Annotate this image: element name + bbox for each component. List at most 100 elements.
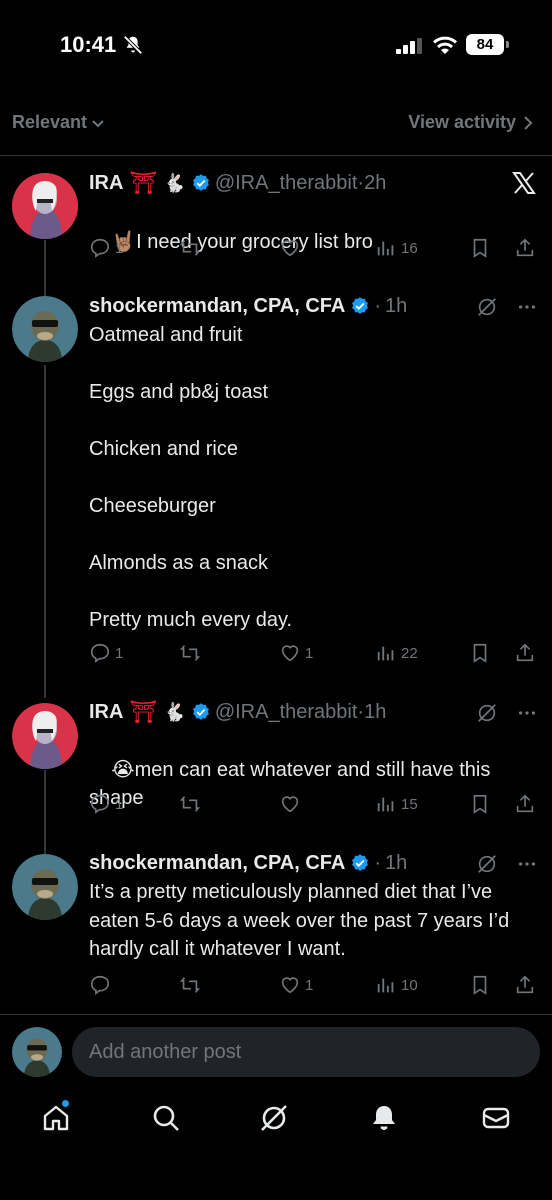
post-time[interactable]: 2h [364,172,386,195]
post-corner-actions [476,853,538,875]
bookmark-icon [473,643,487,663]
bookmark-icon [473,794,487,814]
sort-dropdown[interactable]: Relevant [12,112,105,133]
battery-indicator: 84 [466,34,509,55]
verified-badge-icon [192,174,209,191]
post-time[interactable]: 1h [385,295,407,318]
bookmark-icon [473,975,487,995]
post[interactable]: IRA ⛩ 🐇 @IRA_therabbit · 2h 🤘🏽I need you… [0,165,552,275]
grok-icon[interactable] [476,853,498,875]
repost-button[interactable] [179,974,201,996]
separator-dot: · [374,294,382,317]
like-button[interactable] [279,237,301,259]
bell-muted-icon [123,35,143,55]
notifications-bell-icon[interactable] [368,1102,400,1134]
avatar-ira[interactable] [12,703,78,769]
ira-avatar-image [12,173,78,239]
rabbit-emoji: 🐇 [163,172,186,193]
views-button[interactable]: 10 [375,974,418,996]
views-chart-icon [377,978,394,993]
avatar-shockermandan[interactable] [12,296,78,362]
avatar-shockermandan[interactable] [12,854,78,920]
share-button[interactable] [514,642,536,664]
status-bar: 10:41 84 [0,0,552,90]
author-handle[interactable]: @IRA_therabbit [215,701,358,724]
reply-button[interactable] [89,974,111,996]
heart-icon [281,240,299,257]
share-button[interactable] [514,793,536,815]
like-count: 1 [305,976,314,994]
reply-button[interactable]: 1 [89,642,123,664]
views-chart-icon [377,797,394,812]
more-options-icon[interactable] [516,853,538,875]
more-options-icon[interactable] [516,296,538,318]
views-count: 10 [401,976,418,994]
post-actions: 1 1 22 [89,642,539,668]
more-options-icon[interactable] [516,702,538,724]
repost-icon [179,645,201,661]
bottom-navigation [0,1090,552,1150]
repost-button[interactable] [179,642,201,664]
author-name[interactable]: IRA [89,701,123,724]
bookmark-button[interactable] [469,793,491,815]
post[interactable]: shockermandan, CPA, CFA · 1h It’s a pret… [0,848,552,1008]
share-icon [516,975,534,994]
torii-gate-emoji: ⛩ [129,170,158,195]
views-button[interactable]: 15 [375,793,418,815]
views-button[interactable]: 22 [375,642,418,664]
author-name[interactable]: shockermandan, CPA, CFA [89,852,345,875]
view-activity-link[interactable]: View activity [408,112,534,133]
heart-icon [281,796,299,813]
composer-avatar[interactable] [12,1027,62,1077]
post-corner-actions [476,296,538,318]
bookmark-button[interactable] [469,974,491,996]
search-icon[interactable] [150,1102,182,1134]
grok-icon[interactable] [476,296,498,318]
grok-icon[interactable] [258,1102,290,1134]
share-icon [516,643,534,662]
post[interactable]: IRA ⛩ 🐇 @IRA_therabbit · 1h 😭men can eat… [0,695,552,825]
post-time[interactable]: 1h [385,852,407,875]
reply-button[interactable]: 1 [89,237,123,259]
repost-button[interactable] [179,793,201,815]
avatar-ira[interactable] [12,173,78,239]
bookmark-button[interactable] [469,642,491,664]
post-corner-actions [476,702,538,724]
post-header: IRA ⛩ 🐇 @IRA_therabbit · 1h [89,698,386,726]
messages-icon[interactable] [480,1102,512,1134]
sort-label: Relevant [12,112,88,132]
like-button[interactable]: 1 [279,642,313,664]
views-chart-icon [377,646,394,661]
post[interactable]: shockermandan, CPA, CFA · 1h Oatmeal and… [0,290,552,680]
like-button[interactable]: 1 [279,974,313,996]
reply-icon [90,975,110,995]
separator-dot: · [357,171,365,194]
home-icon[interactable] [40,1102,72,1134]
author-name[interactable]: IRA [89,172,123,195]
share-button[interactable] [514,237,536,259]
repost-icon [179,977,201,993]
author-handle[interactable]: @IRA_therabbit [215,172,358,195]
add-post-input[interactable]: Add another post [72,1027,540,1077]
shockermandan-avatar-image [12,854,78,920]
views-button[interactable]: 16 [375,237,418,259]
share-button[interactable] [514,974,536,996]
post-header: shockermandan, CPA, CFA · 1h [89,849,407,877]
repost-button[interactable] [179,237,201,259]
bookmark-button[interactable] [469,237,491,259]
like-button[interactable] [279,793,301,815]
reply-button[interactable]: 1 [89,793,123,815]
reply-icon [90,794,110,814]
verified-badge-icon [192,703,209,720]
post-time[interactable]: 1h [364,701,386,724]
post-text: 😭men can eat whatever and still have thi… [89,727,529,841]
author-name[interactable]: shockermandan, CPA, CFA [89,295,345,318]
heart-icon [281,977,299,994]
x-logo-icon[interactable] [512,171,536,195]
repost-icon [179,240,201,256]
rabbit-emoji: 🐇 [163,701,186,722]
post-header: shockermandan, CPA, CFA · 1h [89,292,407,320]
grok-icon[interactable] [476,702,498,724]
separator-dot: · [374,851,382,874]
verified-badge-icon [352,854,369,871]
